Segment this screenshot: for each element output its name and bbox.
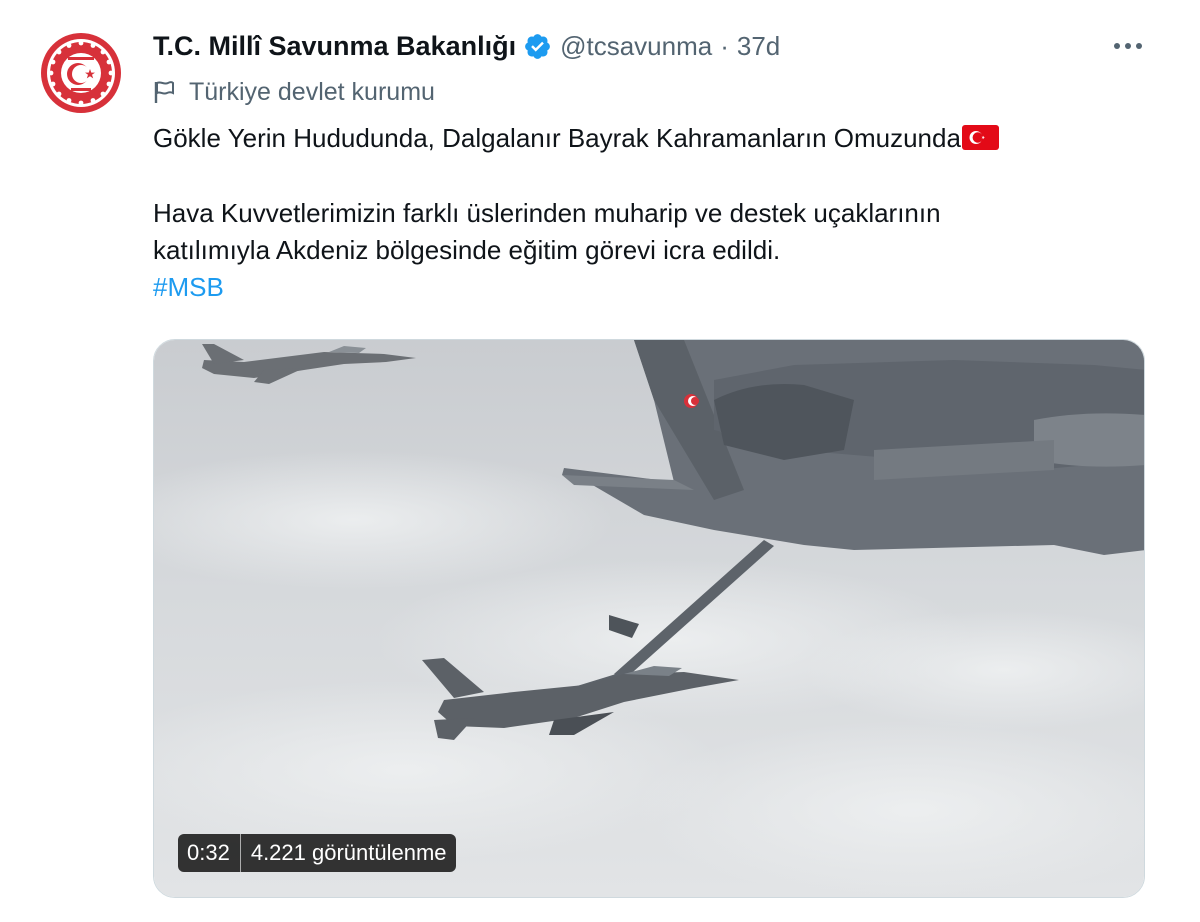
account-handle[interactable]: @tcsavunma <box>560 31 712 62</box>
more-horizontal-icon <box>1114 43 1142 49</box>
video-thumbnail <box>154 340 1144 897</box>
account-avatar[interactable] <box>38 30 124 116</box>
msb-emblem-icon <box>39 31 123 115</box>
video-overlay: 0:32 4.221 görüntülenme <box>178 834 456 872</box>
tweet-hashtag-line: #MSB <box>153 269 1153 306</box>
account-label-text: Türkiye devlet kurumu <box>189 77 435 106</box>
tweet-header: T.C. Millî Savunma Bakanlığı @tcsavunma … <box>153 28 780 64</box>
more-options-button[interactable] <box>1104 30 1152 62</box>
tweet-line-3: katılımıyla Akdeniz bölgesinde eğitim gö… <box>153 235 781 265</box>
video-duration: 0:32 <box>187 840 230 865</box>
account-label[interactable]: Türkiye devlet kurumu <box>153 76 435 108</box>
tweet-line-1-text: Gökle Yerin Hududunda, Dalgalanır Bayrak… <box>153 123 961 153</box>
verified-badge-icon <box>523 32 552 61</box>
video-view-count: 4.221 görüntülenme <box>250 840 447 865</box>
tweet-text: Gökle Yerin Hududunda, Dalgalanır Bayrak… <box>153 120 1153 306</box>
turkey-flag-emoji <box>961 123 999 150</box>
tweet-line-1: Gökle Yerin Hududunda, Dalgalanır Bayrak… <box>153 120 1153 157</box>
tweet-line-2: Hava Kuvvetlerimizin farklı üslerinden m… <box>153 198 941 228</box>
tweet[interactable]: T.C. Millî Savunma Bakanlığı @tcsavunma … <box>0 0 1200 922</box>
tweet-timestamp[interactable]: 37d <box>737 31 780 62</box>
display-name[interactable]: T.C. Millî Savunma Bakanlığı <box>153 31 516 62</box>
flag-outline-icon <box>153 80 175 104</box>
separator-dot: · <box>720 30 729 61</box>
hashtag-link[interactable]: #MSB <box>153 272 224 302</box>
video-player[interactable] <box>153 339 1145 898</box>
